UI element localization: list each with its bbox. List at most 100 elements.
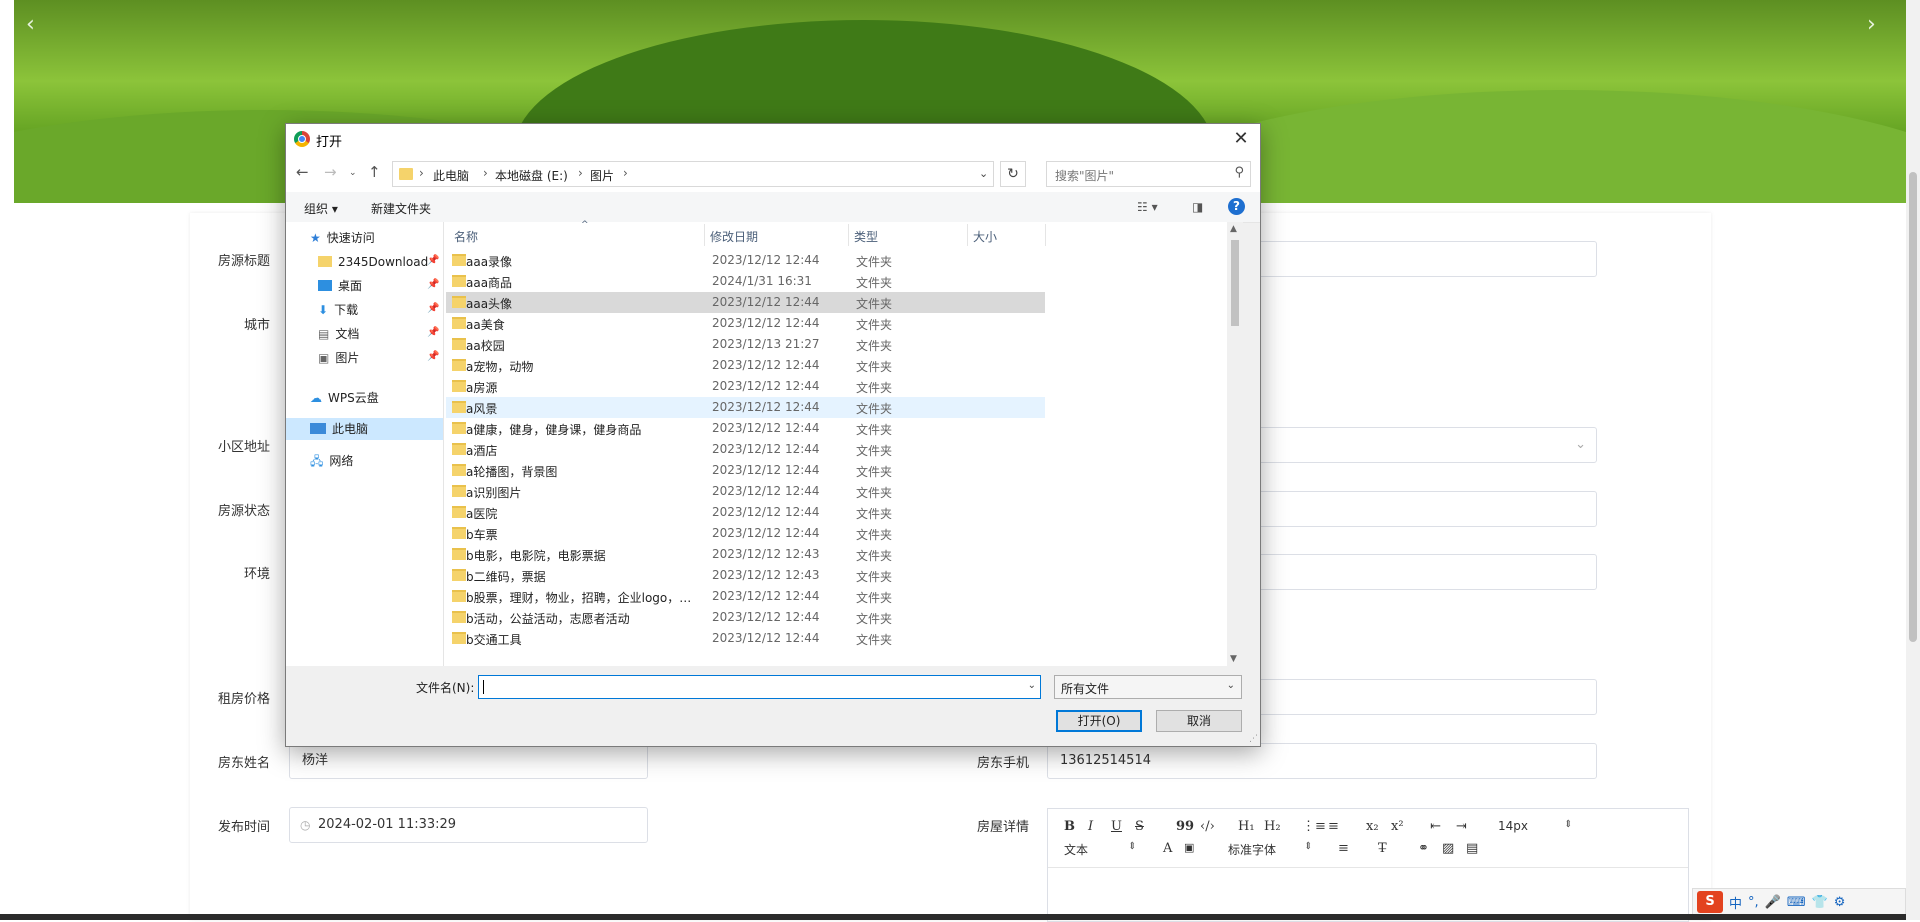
dialog-titlebar[interactable]: 打开 ✕ — [286, 124, 1260, 154]
search-icon[interactable]: ⚲ — [1234, 165, 1244, 180]
nav-item-documents[interactable]: ▤ 文档 — [318, 323, 359, 345]
file-row[interactable]: b活动，公益活动，志愿者活动 2023/12/12 12:44 文件夹 — [446, 607, 1045, 628]
text-style-select[interactable]: 文本 — [1064, 841, 1088, 858]
filename-input[interactable]: ⌄ — [478, 675, 1041, 699]
column-divider[interactable] — [967, 224, 968, 246]
microphone-icon[interactable]: 🎤 — [1765, 895, 1781, 910]
file-row[interactable]: aa校园 2023/12/13 21:27 文件夹 — [446, 334, 1045, 355]
breadcrumb-chevron-icon[interactable]: › — [578, 166, 583, 180]
pin-icon[interactable]: 📌 — [427, 255, 439, 266]
file-row[interactable]: b电影，电影院，电影票据 2023/12/12 12:43 文件夹 — [446, 544, 1045, 565]
breadcrumb-chevron-icon[interactable]: › — [419, 166, 424, 180]
search-box[interactable]: 搜索"图片" ⚲ — [1046, 161, 1251, 187]
file-row[interactable]: a酒店 2023/12/12 12:44 文件夹 — [446, 439, 1045, 460]
scroll-up-icon[interactable]: ▲ — [1230, 224, 1237, 234]
background-color-icon[interactable]: ▣ — [1184, 841, 1194, 854]
recent-locations-chevron-icon[interactable]: ⌄ — [349, 168, 357, 178]
file-row[interactable]: b车票 2023/12/12 12:44 文件夹 — [446, 523, 1045, 544]
landlord-name-input[interactable]: 杨洋 — [289, 743, 648, 779]
file-list-scrollbar-thumb[interactable] — [1231, 240, 1239, 326]
settings-icon[interactable]: ⚙ — [1834, 895, 1846, 910]
file-row[interactable]: a健康，健身，健身课，健身商品 2023/12/12 12:44 文件夹 — [446, 418, 1045, 439]
ordered-list-button[interactable]: ⋮≡ — [1302, 819, 1326, 834]
landlord-phone-input[interactable]: 13612514514 — [1047, 743, 1597, 779]
nav-item-downloads[interactable]: ⬇ 下载 — [318, 299, 358, 321]
open-button[interactable]: 打开(O) — [1056, 710, 1142, 732]
file-row[interactable]: b二维码，票据 2023/12/12 12:43 文件夹 — [446, 565, 1045, 586]
price-input[interactable] — [1235, 679, 1597, 715]
page-scrollbar[interactable] — [1906, 0, 1920, 920]
subscript-button[interactable]: x₂ — [1366, 819, 1379, 834]
file-row[interactable]: a宠物，动物 2023/12/12 12:44 文件夹 — [446, 355, 1045, 376]
nav-item-desktop[interactable]: 桌面 — [318, 275, 362, 297]
indent-button[interactable]: ⇥ — [1456, 819, 1467, 834]
address-dropdown-icon[interactable]: ⌄ — [979, 167, 988, 180]
breadcrumb-chevron-icon[interactable]: › — [623, 166, 628, 180]
h2-button[interactable]: H₂ — [1264, 819, 1281, 834]
file-type-filter[interactable]: 所有文件 ⌄ — [1054, 675, 1242, 699]
banner-prev-arrow[interactable]: ‹ — [26, 12, 35, 37]
nav-quick-access[interactable]: ★ 快速访问 — [310, 227, 375, 249]
address-bar[interactable]: › 此电脑 › 本地磁盘 (E:) › 图片 › — [392, 161, 994, 187]
code-button[interactable]: ‹/› — [1200, 819, 1215, 834]
cancel-button[interactable]: 取消 — [1156, 710, 1242, 732]
resize-grip-icon[interactable]: ⋰ — [1249, 734, 1258, 744]
column-size[interactable]: 大小 — [973, 228, 997, 245]
skin-icon[interactable]: 👕 — [1812, 895, 1828, 910]
quote-button[interactable]: 99 — [1176, 819, 1194, 834]
banner-next-arrow[interactable]: › — [1867, 12, 1876, 37]
font-size-select[interactable]: 14px — [1498, 819, 1528, 833]
column-divider[interactable] — [848, 224, 849, 246]
file-row[interactable]: aa美食 2023/12/12 12:44 文件夹 — [446, 313, 1045, 334]
environment-input[interactable] — [1235, 554, 1597, 590]
file-row[interactable]: b股票，理财，物业，招聘，企业logo，… 2023/12/12 12:44 文件夹 — [446, 586, 1045, 607]
nav-item-pictures[interactable]: ▣ 图片 — [318, 347, 359, 369]
file-row[interactable]: aaa头像 2023/12/12 12:44 文件夹 — [446, 292, 1045, 313]
column-date[interactable]: 修改日期 — [710, 228, 758, 245]
h1-button[interactable]: H₁ — [1238, 819, 1255, 834]
file-row[interactable]: a房源 2023/12/12 12:44 文件夹 — [446, 376, 1045, 397]
scroll-down-icon[interactable]: ▼ — [1230, 654, 1237, 664]
column-name[interactable]: 名称 — [454, 228, 478, 245]
pin-icon[interactable]: 📌 — [427, 327, 439, 338]
file-row[interactable]: a识别图片 2023/12/12 12:44 文件夹 — [446, 481, 1045, 502]
organize-button[interactable]: 组织 ▾ — [304, 200, 338, 217]
font-color-icon[interactable]: A — [1163, 841, 1172, 856]
underline-button[interactable]: U — [1111, 819, 1122, 834]
help-icon[interactable]: ? — [1228, 198, 1245, 215]
publish-time-input[interactable]: ◷ 2024-02-01 11:33:29 — [289, 807, 648, 843]
forward-arrow-icon[interactable]: → — [324, 163, 337, 181]
up-arrow-icon[interactable]: ↑ — [368, 163, 381, 181]
chevron-down-icon[interactable]: ⌄ — [1028, 680, 1036, 691]
file-row[interactable]: aaa商品 2024/1/31 16:31 文件夹 — [446, 271, 1045, 292]
preview-pane-icon[interactable]: ◨ — [1192, 200, 1203, 214]
page-scrollbar-thumb[interactable] — [1909, 172, 1917, 642]
video-icon[interactable]: ▤ — [1466, 841, 1478, 856]
link-icon[interactable]: ⚭ — [1418, 841, 1429, 856]
punctuation-icon[interactable]: °, — [1748, 895, 1759, 910]
nav-wps-cloud[interactable]: ☁ WPS云盘 — [310, 387, 379, 409]
close-icon[interactable]: ✕ — [1222, 124, 1260, 154]
status-input[interactable] — [1235, 491, 1597, 527]
italic-button[interactable]: I — [1088, 819, 1093, 834]
breadcrumb-drive[interactable]: 本地磁盘 (E:) — [495, 167, 568, 184]
address-select[interactable]: ⌄ — [1235, 427, 1597, 463]
column-divider[interactable] — [704, 224, 705, 246]
superscript-button[interactable]: x² — [1391, 819, 1404, 834]
column-type[interactable]: 类型 — [854, 228, 878, 245]
file-row[interactable]: a风景 2023/12/12 12:44 文件夹 — [446, 397, 1045, 418]
nav-network[interactable]: 🖧 网络 — [310, 450, 353, 472]
image-icon[interactable]: ▨ — [1442, 841, 1454, 856]
pin-icon[interactable]: 📌 — [427, 351, 439, 362]
file-row[interactable]: b交通工具 2023/12/12 12:44 文件夹 — [446, 628, 1045, 649]
file-row[interactable]: a轮播图，背景图 2023/12/12 12:44 文件夹 — [446, 460, 1045, 481]
file-row[interactable]: aaa录像 2023/12/12 12:44 文件夹 — [446, 250, 1045, 271]
breadcrumb-chevron-icon[interactable]: › — [483, 166, 488, 180]
font-family-select[interactable]: 标准字体 — [1228, 841, 1276, 858]
strike-button[interactable]: S — [1135, 819, 1144, 834]
column-divider[interactable] — [1045, 224, 1046, 246]
back-arrow-icon[interactable]: ← — [296, 163, 309, 181]
nav-this-pc[interactable]: 此电脑 — [286, 418, 443, 440]
ime-lang-toggle[interactable]: 中 — [1729, 893, 1742, 912]
pin-icon[interactable]: 📌 — [427, 303, 439, 314]
